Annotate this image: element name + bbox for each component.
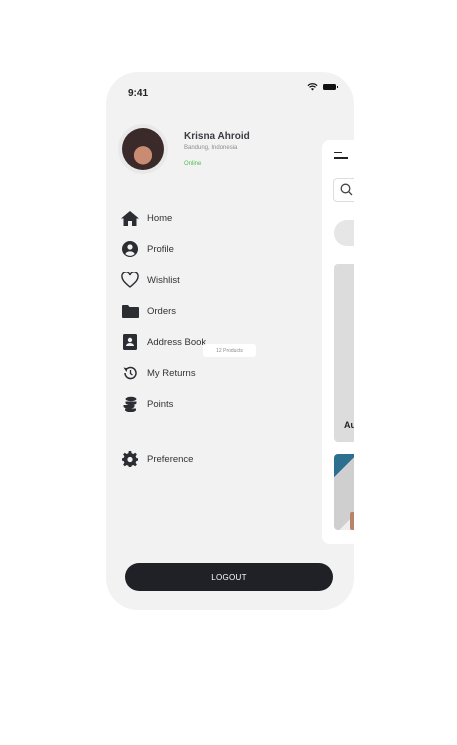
menu-label: Address Book	[147, 336, 207, 348]
logout-button[interactable]: LOGOUT	[125, 563, 333, 591]
product-card-title: Au	[344, 420, 354, 430]
avatar[interactable]	[118, 124, 168, 174]
status-time: 9:41	[128, 88, 149, 99]
return-icon	[120, 364, 140, 382]
wishlist-count-badge: 12 Products	[203, 344, 256, 357]
menu-item-my-returns[interactable]: My Returns	[120, 363, 260, 383]
background-screen-panel[interactable]: Au	[322, 140, 354, 544]
contact-book-icon	[120, 333, 140, 351]
product-image-detail	[350, 512, 354, 530]
menu-label: Home	[147, 212, 173, 224]
menu-item-points[interactable]: Points	[120, 394, 260, 414]
search-icon	[340, 183, 353, 196]
menu-item-profile[interactable]: Profile	[120, 239, 260, 259]
menu-item-preference[interactable]: Preference	[120, 449, 260, 469]
menu-label: Wishlist	[147, 274, 180, 286]
menu-item-home[interactable]: Home	[120, 208, 260, 228]
hamburger-menu-icon[interactable]	[334, 152, 350, 160]
product-card-image[interactable]	[334, 454, 354, 530]
user-name: Krisna Ahroid	[184, 131, 250, 142]
user-icon	[120, 240, 140, 258]
user-status: Online	[184, 161, 202, 167]
heart-icon	[120, 271, 140, 289]
menu-label: My Returns	[147, 367, 196, 379]
user-location: Bandung, Indonesia	[184, 145, 238, 151]
gear-icon	[120, 450, 140, 468]
menu-label: Orders	[147, 305, 177, 317]
search-input[interactable]	[333, 178, 354, 202]
avatar-image	[122, 128, 164, 170]
phone-frame: 9:41 Krisna Ahroid Bandung, Indonesia On…	[106, 72, 354, 610]
menu-item-wishlist[interactable]: Wishlist	[120, 270, 260, 290]
coins-icon	[120, 395, 140, 413]
home-icon	[120, 209, 140, 227]
menu-label: Profile	[147, 243, 174, 255]
menu-label: Points	[147, 398, 174, 410]
category-chip[interactable]	[334, 220, 354, 246]
wifi-icon	[307, 83, 318, 91]
battery-icon	[323, 84, 338, 90]
status-icons	[307, 83, 338, 91]
menu-item-orders[interactable]: Orders	[120, 301, 260, 321]
product-card[interactable]: Au	[334, 264, 354, 442]
menu-label: Preference	[147, 453, 194, 465]
folder-icon	[120, 302, 140, 320]
